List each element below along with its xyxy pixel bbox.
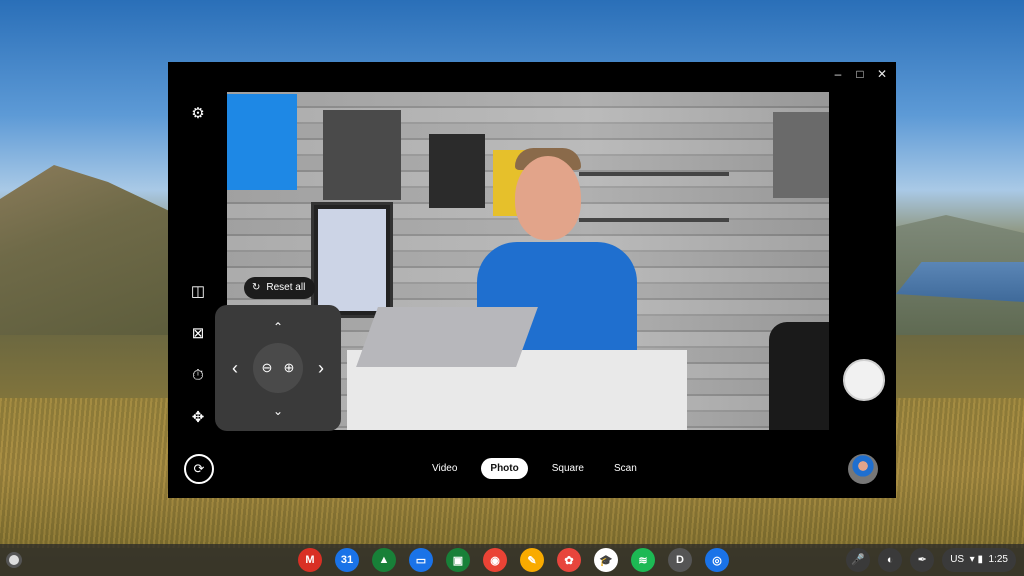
pinned-apps: M 31 ▲ ▭ ▣ ◉ ✎ ✿ 🎓 ≋ D ◎ (298, 548, 729, 572)
camera-window: – □ ✕ ⚙ ◫ ⊠ ⏱ ✥ ↻ Reset all ⌃ ⌄ ‹ › ⊖ ⊕ (168, 62, 896, 498)
settings-gear-icon[interactable]: ⚙ (188, 104, 208, 124)
reset-all-button[interactable]: ↻ Reset all (244, 277, 316, 299)
zoom-in-button[interactable]: ⊕ (279, 358, 299, 378)
grid-off-icon[interactable]: ⊠ (188, 324, 208, 344)
mic-icon[interactable]: 🎤 (846, 548, 871, 572)
preview-sign-dark (429, 134, 485, 208)
timer-off-icon[interactable]: ⏱ (188, 366, 208, 386)
reset-all-label: Reset all (266, 282, 306, 293)
app-drive-icon[interactable]: ▲ (372, 548, 396, 572)
app-canvas-icon[interactable]: ✿ (557, 548, 581, 572)
app-gmail-icon[interactable]: M (298, 548, 322, 572)
mode-square[interactable]: Square (546, 459, 590, 478)
app-classroom-icon[interactable]: ▣ (446, 548, 470, 572)
shutter-button[interactable] (843, 359, 885, 401)
reset-icon: ↻ (252, 282, 261, 293)
pan-up-button[interactable]: ⌃ (268, 317, 288, 337)
status-tray: 🎤 ◐ ✒ US ▾ ▮ 1:25 (846, 548, 1016, 572)
assistant-icon[interactable]: ◐ (878, 548, 903, 572)
app-keep-icon[interactable]: ✎ (520, 548, 544, 572)
wifi-icon: ▾ ▮ (966, 554, 986, 565)
mode-photo[interactable]: Photo (481, 458, 528, 479)
wallpaper-mountain-left (0, 165, 180, 335)
zoom-out-button[interactable]: ⊖ (257, 358, 277, 378)
clock: 1:25 (988, 554, 1008, 565)
preview-sign-cap (323, 110, 401, 200)
app-d-app-icon[interactable]: D (668, 548, 692, 572)
window-controls: – □ ✕ (830, 66, 890, 82)
app-files-icon[interactable]: ▭ (409, 548, 433, 572)
preview-sign-podcast (773, 112, 829, 198)
system-tray[interactable]: US ▾ ▮ 1:25 (942, 548, 1016, 572)
preview-laptop (356, 307, 538, 367)
close-button[interactable]: ✕ (874, 66, 890, 82)
minimize-button[interactable]: – (830, 66, 846, 82)
ptz-pad: ⌃ ⌄ ‹ › ⊖ ⊕ (215, 305, 341, 431)
preview-monitor (311, 202, 393, 318)
preview-chair (769, 322, 829, 430)
mode-selector: Video Photo Square Scan (426, 458, 643, 479)
mirror-icon[interactable]: ◫ (188, 282, 208, 302)
locale-indicator: US (950, 554, 965, 565)
app-camera-icon[interactable]: ◎ (705, 548, 729, 572)
stylus-icon[interactable]: ✒ (910, 548, 935, 572)
mode-video[interactable]: Video (426, 459, 463, 478)
mode-scan[interactable]: Scan (608, 459, 643, 478)
shelf: M 31 ▲ ▭ ▣ ◉ ✎ ✿ 🎓 ≋ D ◎ 🎤 ◐ ✒ US ▾ ▮ 1:25 (0, 544, 1024, 576)
pan-left-button[interactable]: ‹ (225, 358, 245, 378)
pan-down-button[interactable]: ⌄ (268, 401, 288, 421)
app-edu-icon[interactable]: 🎓 (594, 548, 618, 572)
ptz-settings-icon[interactable]: ✥ (188, 408, 208, 428)
pan-right-button[interactable]: › (311, 358, 331, 378)
preview-shelf-bottom (579, 218, 729, 222)
maximize-button[interactable]: □ (852, 66, 868, 82)
preview-shelf-top (579, 172, 729, 176)
app-calendar-icon[interactable]: 31 (335, 548, 359, 572)
launcher-button[interactable] (6, 552, 22, 568)
switch-camera-icon[interactable]: ⟳ (184, 454, 214, 484)
app-spotify-icon[interactable]: ≋ (631, 548, 655, 572)
preview-person-head (515, 156, 581, 240)
preview-sign-gear (227, 94, 297, 190)
gallery-thumbnail[interactable] (848, 454, 878, 484)
app-chrome-icon[interactable]: ◉ (483, 548, 507, 572)
